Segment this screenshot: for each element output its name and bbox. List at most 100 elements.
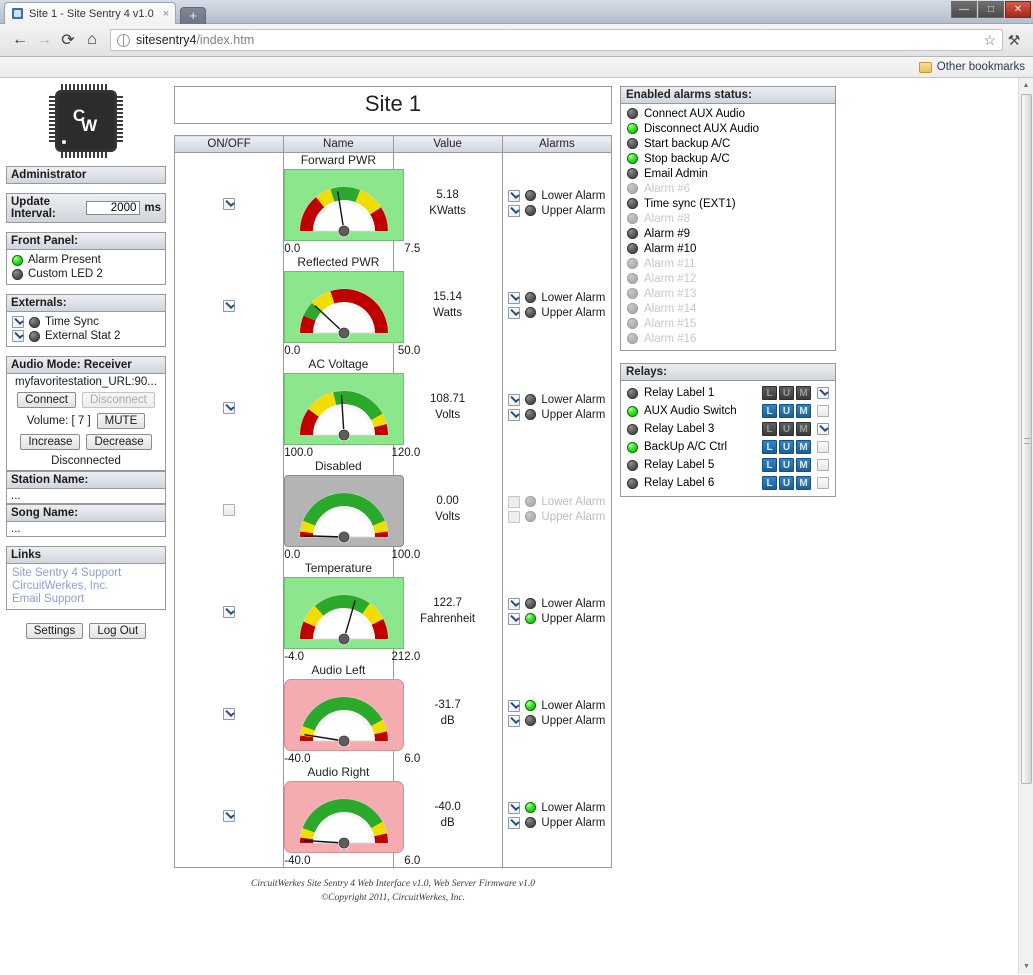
connect-button[interactable]: Connect: [17, 392, 76, 408]
front-panel-block: Front Panel: Alarm Present Custom LED 2: [6, 232, 166, 285]
mute-button[interactable]: MUTE: [97, 413, 146, 429]
lower-alarm-checkbox[interactable]: [508, 700, 520, 712]
relay-latch-button[interactable]: L: [762, 422, 777, 436]
volume-increase-button[interactable]: Increase: [20, 434, 80, 450]
lower-alarm-checkbox[interactable]: [508, 802, 520, 814]
forward-icon[interactable]: →: [32, 28, 56, 52]
reload-icon[interactable]: ⟳: [56, 28, 80, 52]
lower-alarm-checkbox[interactable]: [508, 190, 520, 202]
upper-alarm-checkbox[interactable]: [508, 613, 520, 625]
channel-enable-checkbox[interactable]: [223, 708, 235, 720]
relay-momentary-button[interactable]: M: [796, 476, 811, 490]
channel-value-cell: -31.7 dB: [393, 663, 502, 765]
disconnect-button[interactable]: Disconnect: [82, 392, 155, 408]
relay-row: AUX Audio Switch L U M: [625, 402, 831, 420]
channel-enable-checkbox[interactable]: [223, 606, 235, 618]
back-icon[interactable]: ←: [8, 28, 32, 52]
lower-alarm-checkbox[interactable]: [508, 292, 520, 304]
update-interval-unit: ms: [144, 202, 161, 214]
status-led-icon: [12, 269, 23, 280]
scrollbar-thumb[interactable]: [1021, 94, 1032, 784]
link-site-sentry-support[interactable]: Site Sentry 4 Support: [12, 567, 160, 580]
upper-alarm-led-icon: [525, 613, 536, 624]
scroll-up-icon[interactable]: ▲: [1019, 78, 1033, 93]
relay-state-checkbox[interactable]: [817, 477, 829, 489]
relay-momentary-button[interactable]: M: [796, 386, 811, 400]
home-icon[interactable]: ⌂: [80, 28, 104, 52]
scroll-down-icon[interactable]: ▼: [1019, 959, 1033, 974]
channel-alarms-cell: Lower Alarm Upper Alarm: [502, 459, 611, 561]
channel-gauge: [284, 781, 404, 853]
upper-alarm-checkbox[interactable]: [508, 205, 520, 217]
minimize-button[interactable]: —: [951, 1, 977, 18]
upper-alarm-checkbox[interactable]: [508, 511, 520, 523]
relay-state-checkbox[interactable]: [817, 423, 829, 435]
channel-enable-checkbox[interactable]: [223, 402, 235, 414]
close-window-button[interactable]: ✕: [1005, 1, 1031, 18]
relay-latch-button[interactable]: L: [762, 476, 777, 490]
upper-alarm-checkbox[interactable]: [508, 715, 520, 727]
gauge-range-min: 0.0: [284, 345, 300, 357]
relay-latch-button[interactable]: L: [762, 404, 777, 418]
channel-value: 15.14: [394, 290, 502, 306]
lower-alarm-checkbox[interactable]: [508, 394, 520, 406]
logout-button[interactable]: Log Out: [89, 623, 146, 639]
browser-tab[interactable]: Site 1 - Site Sentry 4 v1.0 ×: [4, 2, 176, 24]
relay-unlatch-button[interactable]: U: [779, 404, 794, 418]
relay-momentary-button[interactable]: M: [796, 422, 811, 436]
relay-unlatch-button[interactable]: U: [779, 386, 794, 400]
upper-alarm-checkbox[interactable]: [508, 409, 520, 421]
close-tab-icon[interactable]: ×: [160, 8, 169, 20]
lower-alarm-row: Lower Alarm: [508, 188, 605, 203]
alarm-led-icon: [627, 213, 638, 224]
channel-enable-checkbox[interactable]: [223, 198, 235, 210]
relay-led-icon: [627, 478, 638, 489]
front-panel-item-label: Custom LED 2: [28, 268, 103, 280]
bookmark-star-icon[interactable]: ☆: [983, 32, 996, 49]
relay-latch-button[interactable]: L: [762, 386, 777, 400]
maximize-button[interactable]: □: [978, 1, 1004, 18]
relay-unlatch-button[interactable]: U: [779, 422, 794, 436]
channel-enable-checkbox[interactable]: [223, 810, 235, 822]
relay-momentary-button[interactable]: M: [796, 458, 811, 472]
upper-alarm-row: Upper Alarm: [508, 407, 605, 422]
wrench-menu-icon[interactable]: ⚒: [1003, 32, 1025, 49]
lower-alarm-checkbox[interactable]: [508, 496, 520, 508]
relay-latch-button[interactable]: L: [762, 458, 777, 472]
page-content: CW Administrator Update Interval: ms Fro…: [0, 78, 1018, 974]
lower-alarm-checkbox[interactable]: [508, 598, 520, 610]
link-circuitwerkes[interactable]: CircuitWerkes, Inc.: [12, 580, 160, 593]
relay-unlatch-button[interactable]: U: [779, 476, 794, 490]
settings-button[interactable]: Settings: [26, 623, 84, 639]
relay-momentary-button[interactable]: M: [796, 404, 811, 418]
channel-gauge: [284, 577, 404, 649]
other-bookmarks-label[interactable]: Other bookmarks: [937, 61, 1025, 73]
alarm-status-item: Email Admin: [625, 166, 831, 181]
relay-momentary-button[interactable]: M: [796, 440, 811, 454]
relay-state-checkbox[interactable]: [817, 387, 829, 399]
relay-latch-button[interactable]: L: [762, 440, 777, 454]
external-enable-checkbox[interactable]: [12, 330, 24, 342]
relay-state-checkbox[interactable]: [817, 405, 829, 417]
channel-enable-checkbox[interactable]: [223, 504, 235, 516]
external-enable-checkbox[interactable]: [12, 316, 24, 328]
upper-alarm-checkbox[interactable]: [508, 307, 520, 319]
relay-unlatch-button[interactable]: U: [779, 458, 794, 472]
alarm-led-icon: [627, 183, 638, 194]
upper-alarm-checkbox[interactable]: [508, 817, 520, 829]
relay-state-checkbox[interactable]: [817, 459, 829, 471]
lower-alarm-label: Lower Alarm: [541, 292, 605, 304]
alarm-status-item: Alarm #15: [625, 316, 831, 331]
channel-unit: Volts: [394, 510, 502, 526]
page-scrollbar[interactable]: ▲ ▼: [1018, 78, 1033, 974]
update-interval-input[interactable]: [86, 201, 140, 215]
volume-decrease-button[interactable]: Decrease: [86, 434, 151, 450]
link-email-support[interactable]: Email Support: [12, 593, 160, 606]
address-bar[interactable]: sitesentry4 /index.htm ☆: [110, 29, 1003, 51]
new-tab-button[interactable]: +: [180, 7, 206, 24]
relay-state-checkbox[interactable]: [817, 441, 829, 453]
alarm-status-item: Alarm #14: [625, 301, 831, 316]
relay-unlatch-button[interactable]: U: [779, 440, 794, 454]
channel-gauge: [284, 169, 404, 241]
channel-enable-checkbox[interactable]: [223, 300, 235, 312]
